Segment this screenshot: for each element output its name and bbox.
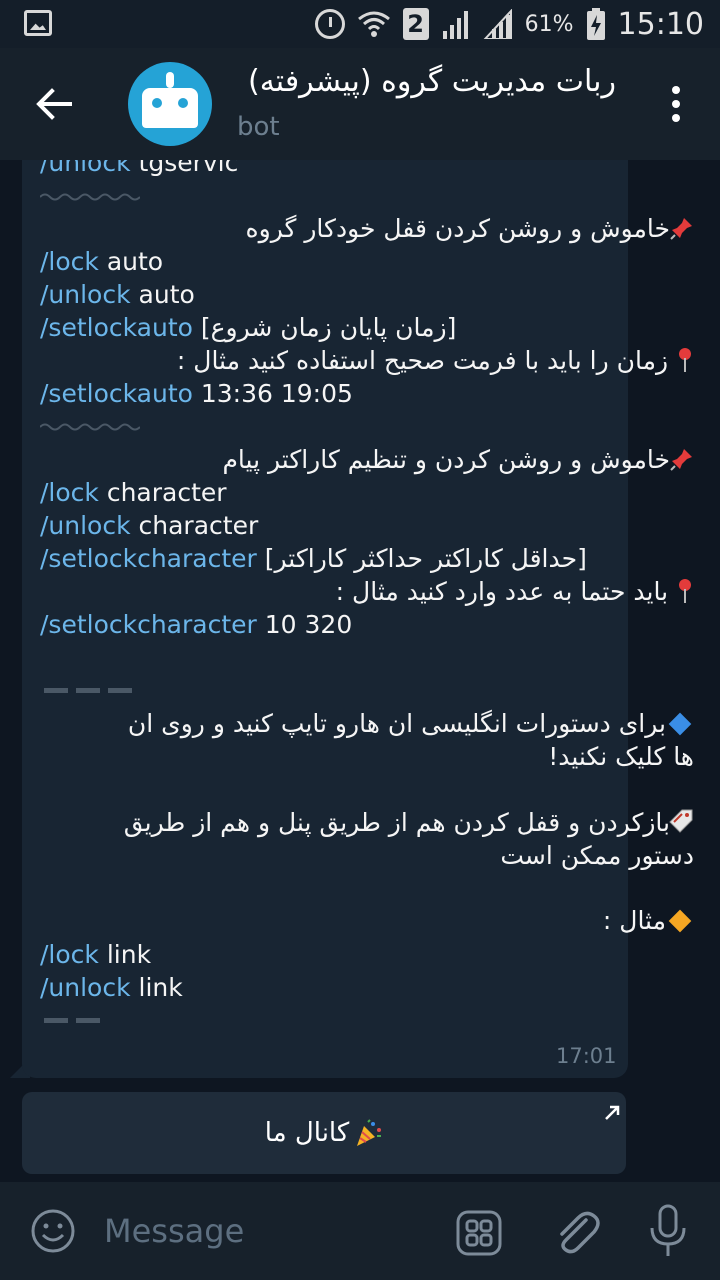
kebab-menu-icon[interactable] <box>672 86 680 122</box>
dash-divider <box>44 688 132 693</box>
command-link[interactable]: /unlock <box>40 973 131 1002</box>
message-line: برای دستورات انگلیسی ان هارو تایپ کنید و… <box>124 707 694 740</box>
pushpin-icon <box>670 446 694 471</box>
message-line: بازکردن و قفل کردن هم از طریق پنل و هم ا… <box>124 806 694 839</box>
tag-icon <box>669 808 694 833</box>
robot-antenna <box>166 72 174 88</box>
message-composer <box>0 1182 720 1280</box>
status-bar: 2 61% 15:10 <box>0 0 720 48</box>
message-line: /unlock character <box>40 511 259 540</box>
gallery-icon <box>24 10 52 36</box>
emoji-icon[interactable] <box>30 1208 76 1254</box>
signal-icon <box>483 9 513 39</box>
battery-percent: 61% <box>524 11 574 37</box>
chat-title[interactable]: ربات مدیریت گروه (پیشرفته) <box>248 64 616 99</box>
bot-keyboard-icon[interactable] <box>456 1210 502 1256</box>
chat-header: ربات مدیریت گروه (پیشرفته) bot <box>0 48 720 160</box>
command-link[interactable]: /setlockauto <box>40 379 193 408</box>
message-line: /unlock tgservic <box>40 160 610 179</box>
message-line: /lock auto <box>40 247 164 276</box>
message-line: زمان را باید با فرمت صحیح استفاده کنید م… <box>124 344 694 377</box>
message-line: مثال : <box>124 904 694 937</box>
party-popper-icon <box>353 1118 383 1148</box>
blue-diamond-icon <box>668 712 692 736</box>
inline-button-channel[interactable]: کانال ما <box>22 1092 626 1174</box>
message-time: 17:01 <box>556 1044 617 1068</box>
robot-eye <box>178 98 188 108</box>
external-link-arrow-icon <box>604 1098 620 1120</box>
wifi-icon <box>357 9 391 39</box>
message-line: /setlockauto [زمان پایان زمان شروع] <box>40 313 457 342</box>
attach-icon[interactable] <box>552 1206 600 1258</box>
robot-eye <box>152 98 162 108</box>
command-link[interactable]: /unlock <box>40 160 131 177</box>
message-line: /unlock link <box>40 973 183 1002</box>
chat-subtitle: bot <box>237 112 280 142</box>
round-pushpin-icon <box>676 348 694 372</box>
mic-icon[interactable] <box>648 1204 688 1258</box>
command-link[interactable]: /setlockauto <box>40 313 193 342</box>
round-pushpin-icon <box>676 579 694 603</box>
chat-area[interactable]: /unlock tgservic خاموش و روشن کردن قفل خ… <box>0 160 720 1182</box>
message-line: دستور ممکن است <box>500 841 694 870</box>
message-line: /lock link <box>40 940 152 969</box>
bot-avatar[interactable] <box>128 62 212 146</box>
dash-divider <box>44 1018 100 1023</box>
message-line: /setlockcharacter 10 320 <box>40 610 353 639</box>
orange-diamond-icon <box>668 909 692 933</box>
back-arrow-icon[interactable] <box>34 84 74 124</box>
alarm-icon <box>314 9 345 39</box>
command-link[interactable]: /unlock <box>40 280 131 309</box>
command-link[interactable]: /lock <box>40 478 99 507</box>
message-line: /lock character <box>40 478 227 507</box>
battery-charging-icon <box>586 8 606 40</box>
wavy-divider <box>40 193 140 201</box>
command-link[interactable]: /setlockcharacter <box>40 544 257 573</box>
message-line: /setlockcharacter [حداقل کاراکتر حداکثر … <box>40 544 587 573</box>
message-line: ها کلیک نکنید! <box>548 742 694 771</box>
message-line: خاموش و روشن کردن و تنظیم کاراکتر پیام <box>124 443 694 476</box>
command-link[interactable]: /lock <box>40 247 99 276</box>
pushpin-icon <box>670 215 694 240</box>
wavy-divider <box>40 423 140 431</box>
sim2-icon: 2 <box>402 8 429 40</box>
clock: 15:10 <box>617 6 704 42</box>
message-input[interactable] <box>104 1208 424 1254</box>
signal-icon <box>441 9 471 39</box>
command-link[interactable]: /setlockcharacter <box>40 610 257 639</box>
message-line: خاموش و روشن کردن قفل خودکار گروه <box>124 212 694 245</box>
message-line: /setlockauto 13:36 19:05 <box>40 379 353 408</box>
inline-button-label: کانال ما <box>264 1118 350 1148</box>
message-line: باید حتما به عدد وارد کنید مثال : <box>124 575 694 608</box>
command-link[interactable]: /unlock <box>40 511 131 540</box>
robot-icon <box>142 88 198 128</box>
message-line: /unlock auto <box>40 280 195 309</box>
command-link[interactable]: /lock <box>40 940 99 969</box>
